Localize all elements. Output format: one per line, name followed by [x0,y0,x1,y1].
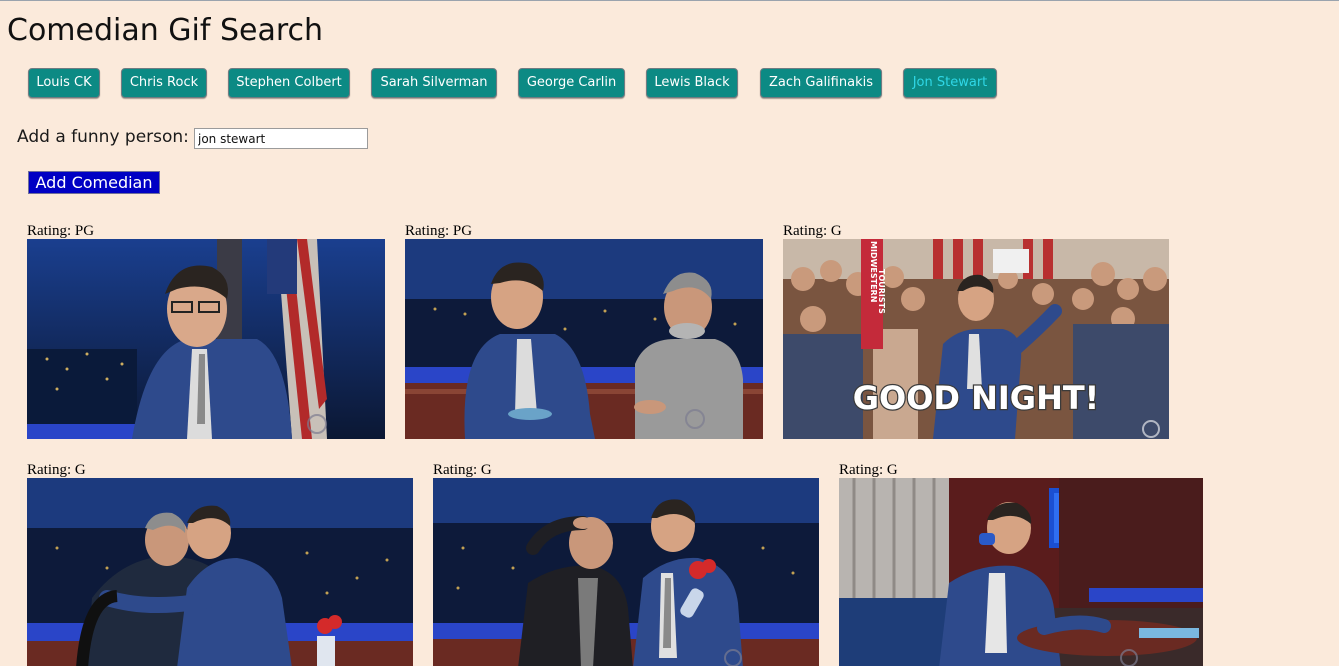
comedian-button-george-carlin[interactable]: George Carlin [518,68,625,98]
page-title: Comedian Gif Search [7,13,324,48]
comedian-button-zach-galifinakis[interactable]: Zach Galifinakis [760,68,882,98]
sign-text-midwestern: MIDWESTERN [869,241,878,302]
comedian-button-chris-rock[interactable]: Chris Rock [121,68,207,98]
gif-card: Rating: G [783,223,1169,439]
add-comedian-label: Add a funny person: [17,127,189,147]
gif-rating: Rating: G [27,462,86,478]
gif-image[interactable] [839,478,1203,666]
gif-image[interactable] [433,478,819,666]
gif-card: Rating: G [433,462,819,666]
gif-rating: Rating: PG [405,223,473,239]
gif-image[interactable]: GOOD NIGHT! MIDWESTERN TOURISTS [783,239,1169,439]
gif-rating: Rating: G [433,462,492,478]
gif-card: Rating: PG [27,223,385,439]
gif-card: Rating: PG [405,223,763,439]
comedian-button-louis-ck[interactable]: Louis CK [28,68,100,98]
gif-card: Rating: G [27,462,413,666]
comedian-name-input[interactable] [194,128,368,149]
gif-image[interactable] [405,239,763,439]
gif-card: Rating: G [839,462,1203,666]
gif-rating: Rating: G [839,462,898,478]
comedian-button-jon-stewart[interactable]: Jon Stewart [903,68,997,98]
comedian-button-lewis-black[interactable]: Lewis Black [646,68,738,98]
gif-rating: Rating: G [783,223,842,239]
sign-text-tourists: TOURISTS [877,269,886,314]
add-comedian-button[interactable]: Add Comedian [28,171,160,194]
comedian-button-sarah-silverman[interactable]: Sarah Silverman [371,68,497,98]
gif-rating: Rating: PG [27,223,95,239]
gif-image[interactable] [27,239,385,439]
gif-caption: GOOD NIGHT! [853,379,1100,417]
gif-image[interactable] [27,478,413,666]
comedian-button-stephen-colbert[interactable]: Stephen Colbert [228,68,350,98]
